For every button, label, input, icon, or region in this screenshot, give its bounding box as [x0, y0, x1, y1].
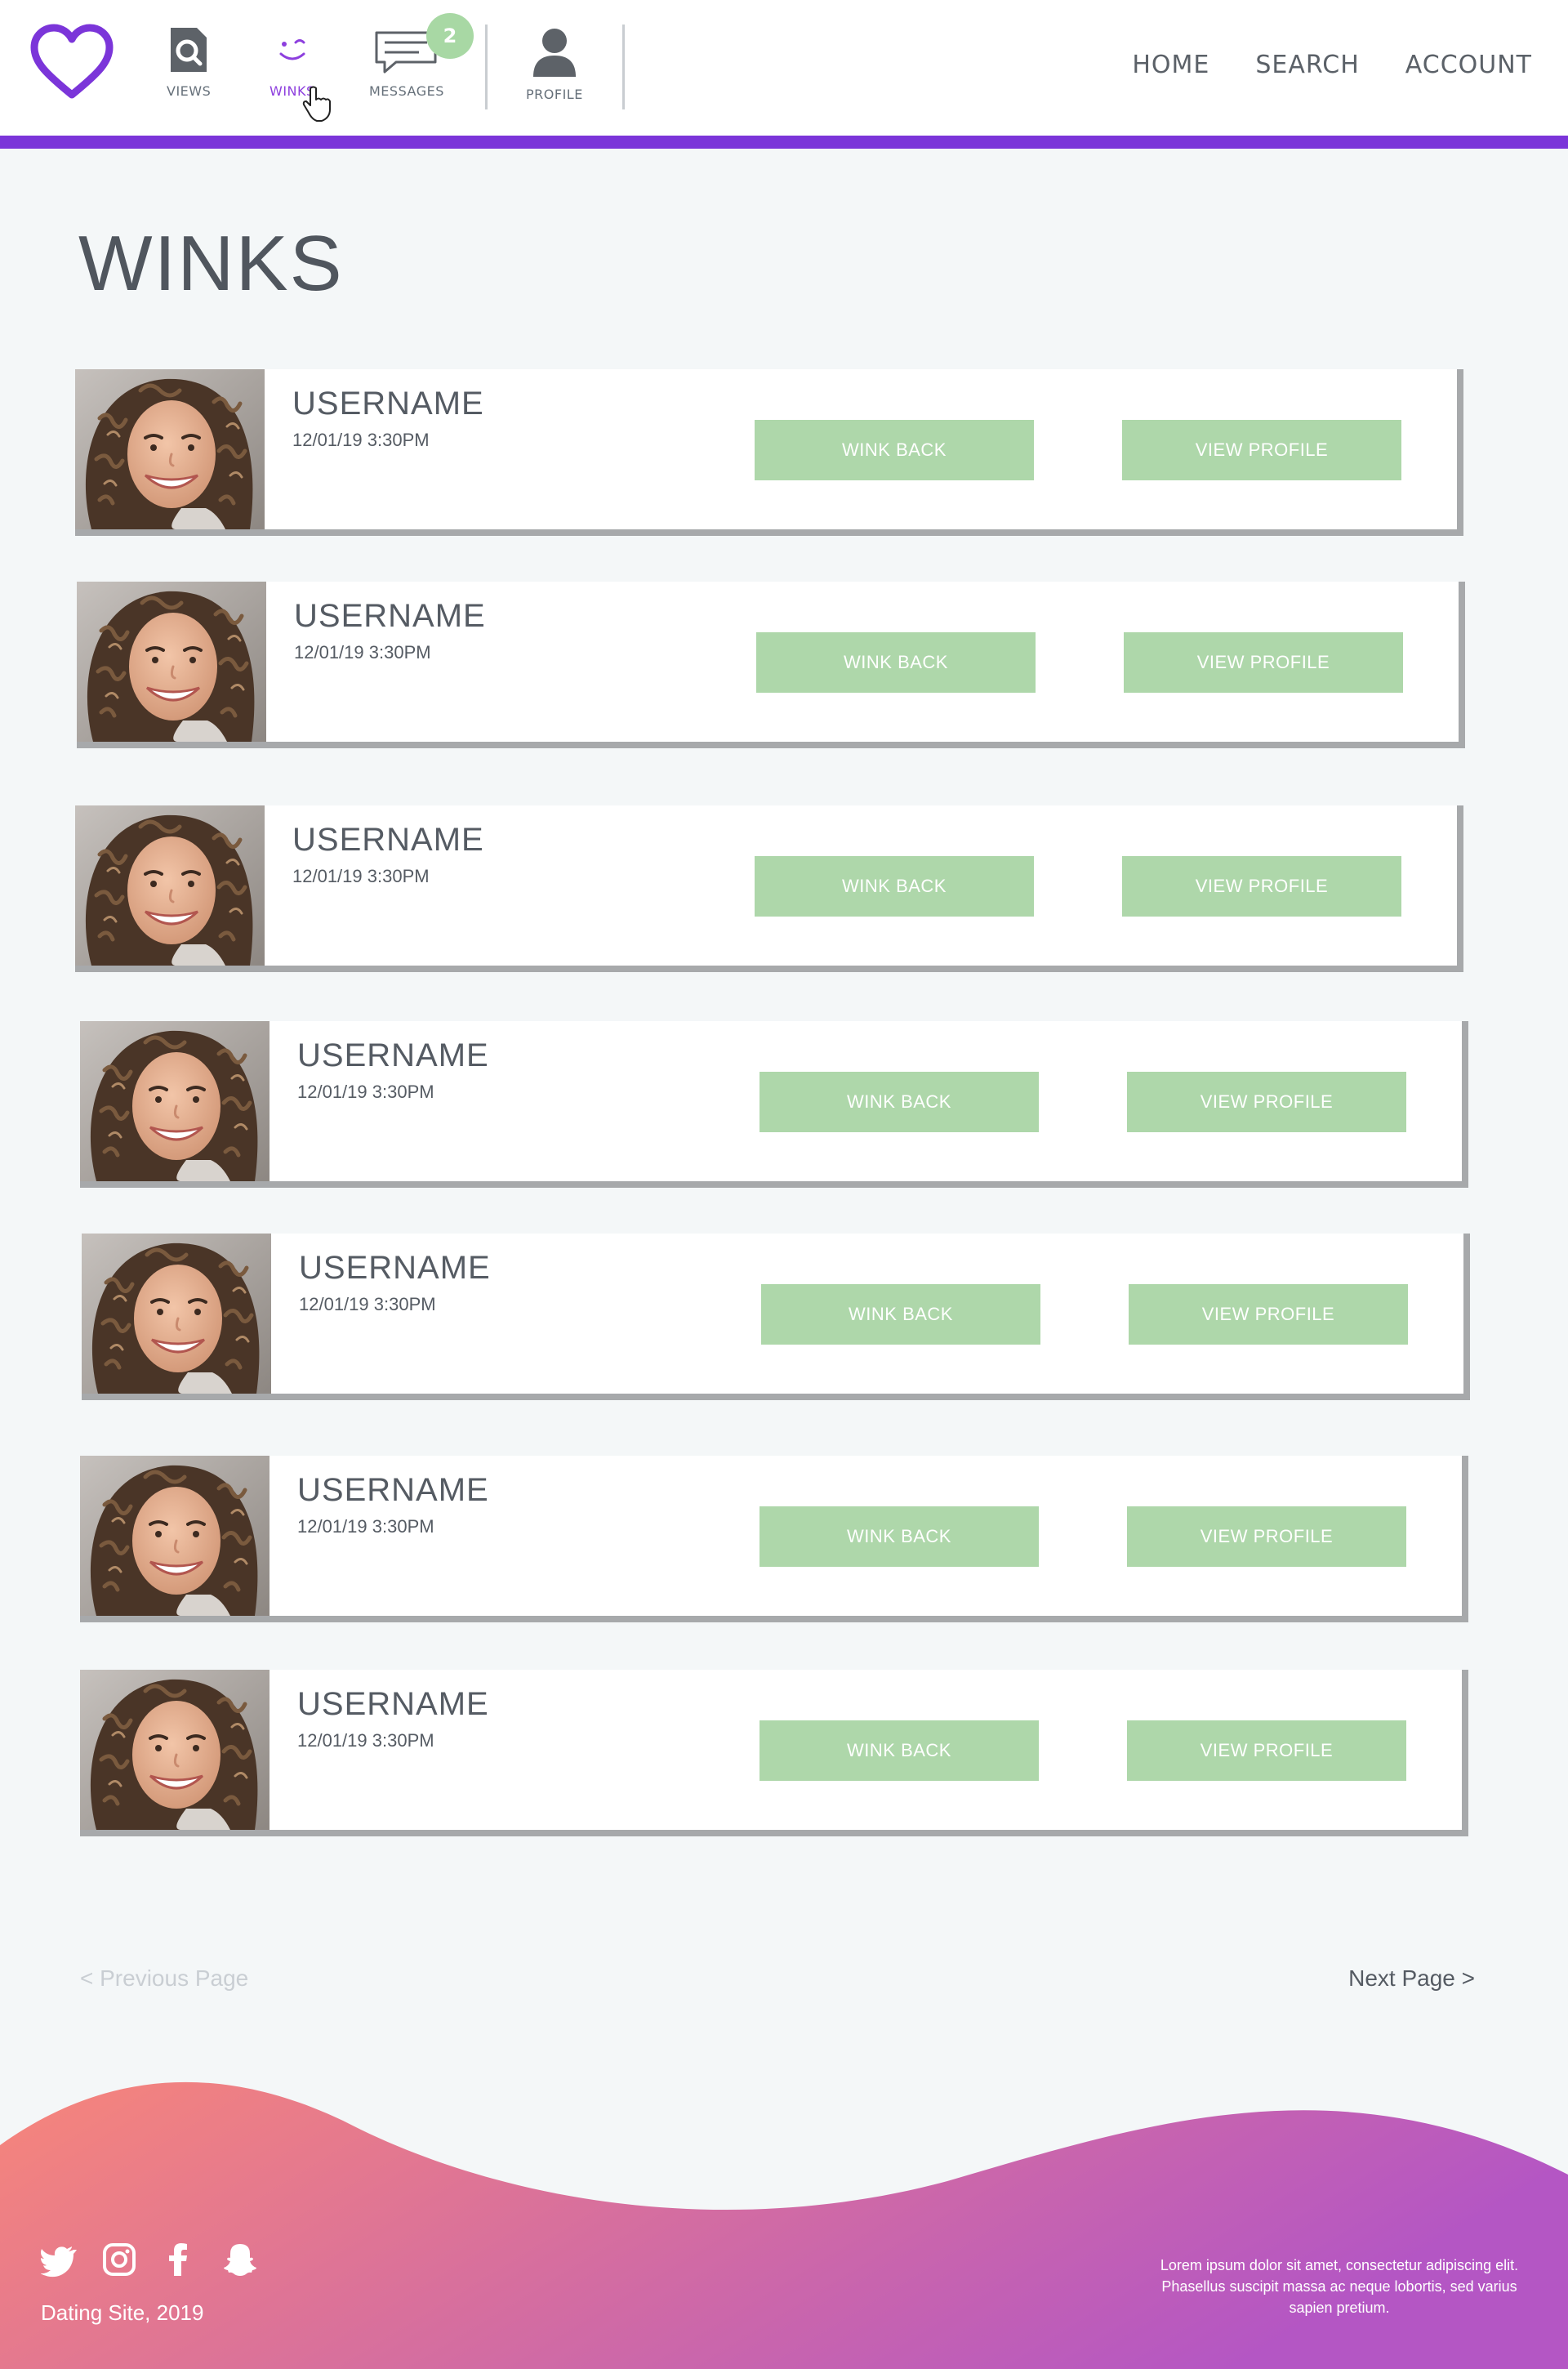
wink-back-button[interactable]: WINK BACK: [761, 1284, 1040, 1345]
footer-description: Lorem ipsum dolor sit amet, consectetur …: [1160, 2257, 1519, 2316]
view-profile-button[interactable]: VIEW PROFILE: [1129, 1284, 1408, 1345]
user-photo[interactable]: [80, 1021, 270, 1181]
social-links: [41, 2242, 258, 2278]
wink-card: USERNAME 12/01/19 3:30PM WINK BACK VIEW …: [75, 369, 1463, 536]
wink-back-button[interactable]: WINK BACK: [755, 420, 1034, 480]
wink-timestamp: 12/01/19 3:30PM: [297, 1730, 434, 1751]
view-profile-button[interactable]: VIEW PROFILE: [1122, 420, 1401, 480]
nav-divider: [622, 25, 625, 109]
wink-back-button[interactable]: WINK BACK: [756, 632, 1036, 693]
wink-card: USERNAME 12/01/19 3:30PM WINK BACK VIEW …: [80, 1670, 1468, 1836]
user-photo[interactable]: [80, 1456, 270, 1616]
facebook-icon[interactable]: [162, 2242, 198, 2278]
wink-timestamp: 12/01/19 3:30PM: [299, 1294, 436, 1314]
messages-count-badge: 2: [426, 13, 474, 59]
heart-logo-icon[interactable]: [29, 23, 114, 101]
nav-profile[interactable]: PROFILE: [526, 25, 583, 114]
wink-timestamp: 12/01/19 3:30PM: [297, 1082, 434, 1102]
view-profile-button[interactable]: VIEW PROFILE: [1127, 1506, 1406, 1567]
header-accent-bar: [0, 136, 1568, 149]
view-profile-button[interactable]: VIEW PROFILE: [1127, 1072, 1406, 1132]
wink-timestamp: 12/01/19 3:30PM: [294, 642, 431, 663]
hand-cursor-icon: [302, 86, 331, 122]
footer-wave-background: [0, 2081, 1568, 2369]
wink-timestamp: 12/01/19 3:30PM: [292, 866, 430, 886]
user-photo[interactable]: [77, 582, 266, 742]
account-link[interactable]: ACCOUNT: [1405, 51, 1532, 79]
nav-messages-label: MESSAGES: [369, 83, 444, 99]
person-icon: [532, 29, 576, 77]
username[interactable]: USERNAME: [292, 386, 484, 422]
wink-card: USERNAME 12/01/19 3:30PM WINK BACK VIEW …: [80, 1021, 1468, 1188]
search-link[interactable]: SEARCH: [1255, 51, 1359, 79]
wink-card: USERNAME 12/01/19 3:30PM WINK BACK VIEW …: [77, 582, 1465, 748]
wink-card: USERNAME 12/01/19 3:30PM WINK BACK VIEW …: [82, 1234, 1470, 1400]
wink-timestamp: 12/01/19 3:30PM: [297, 1516, 434, 1537]
username[interactable]: USERNAME: [294, 598, 486, 635]
page-title: WINKS: [78, 220, 344, 307]
wink-back-button[interactable]: WINK BACK: [760, 1072, 1039, 1132]
view-profile-button[interactable]: VIEW PROFILE: [1127, 1720, 1406, 1781]
nav-views[interactable]: VIEWS: [167, 25, 211, 114]
wink-card: USERNAME 12/01/19 3:30PM WINK BACK VIEW …: [75, 805, 1463, 972]
username[interactable]: USERNAME: [292, 822, 484, 859]
wink-timestamp: 12/01/19 3:30PM: [292, 430, 430, 450]
view-profile-button[interactable]: VIEW PROFILE: [1124, 632, 1403, 693]
top-navigation: HOME SEARCH ACCOUNT: [1132, 51, 1532, 79]
site-footer: [0, 2075, 1568, 2369]
wink-face-icon: [279, 39, 305, 60]
previous-page-link[interactable]: < Previous Page: [80, 1965, 248, 1992]
twitter-icon[interactable]: [41, 2242, 77, 2278]
home-link[interactable]: HOME: [1132, 51, 1209, 79]
footer-copyright: Dating Site, 2019: [41, 2300, 204, 2325]
magnifier-icon: [171, 28, 207, 72]
wink-back-button[interactable]: WINK BACK: [755, 856, 1034, 917]
next-page-link[interactable]: Next Page >: [1348, 1965, 1475, 1992]
instagram-icon[interactable]: [101, 2242, 137, 2278]
username[interactable]: USERNAME: [297, 1686, 489, 1723]
snapchat-icon[interactable]: [222, 2242, 258, 2278]
username[interactable]: USERNAME: [297, 1037, 489, 1074]
site-header: VIEWS WINKS MESSAGES 2 PROFILE HOME SEAR…: [0, 0, 1568, 136]
view-profile-button[interactable]: VIEW PROFILE: [1122, 856, 1401, 917]
username[interactable]: USERNAME: [299, 1250, 491, 1287]
nav-divider: [485, 25, 488, 109]
username[interactable]: USERNAME: [297, 1472, 489, 1509]
user-photo[interactable]: [75, 369, 265, 529]
wink-card: USERNAME 12/01/19 3:30PM WINK BACK VIEW …: [80, 1456, 1468, 1622]
user-photo[interactable]: [80, 1670, 270, 1830]
nav-views-label: VIEWS: [167, 83, 212, 99]
user-photo[interactable]: [75, 805, 265, 966]
wink-back-button[interactable]: WINK BACK: [760, 1506, 1039, 1567]
wink-back-button[interactable]: WINK BACK: [760, 1720, 1039, 1781]
user-photo[interactable]: [82, 1234, 271, 1394]
nav-profile-label: PROFILE: [526, 87, 583, 102]
